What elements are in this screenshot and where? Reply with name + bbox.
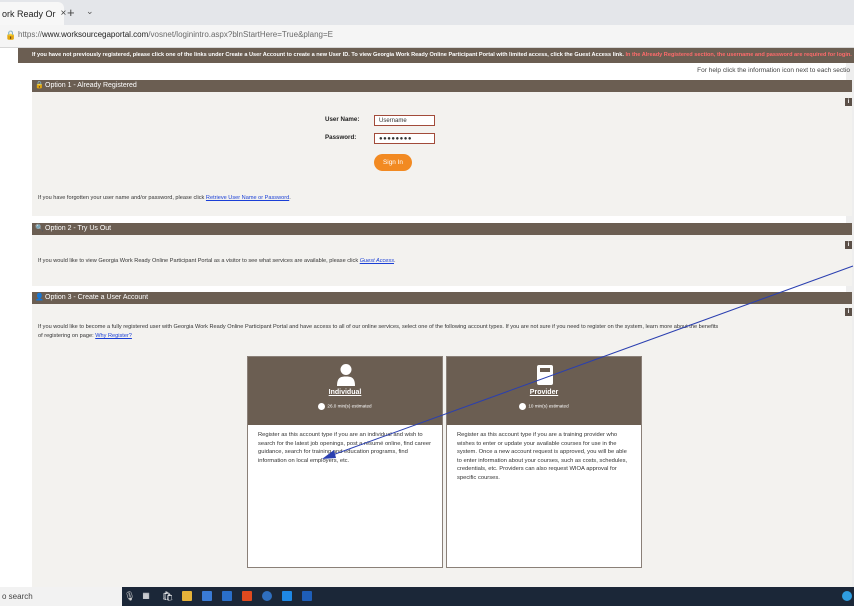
outlook-app-icon[interactable]: [282, 591, 292, 601]
annotation-arrow: [322, 265, 854, 459]
edge-icon[interactable]: [262, 591, 272, 601]
taskbar: o search 🎙 ▦ 🛍: [0, 587, 854, 606]
system-tray-icon[interactable]: [842, 591, 852, 601]
task-view-icon[interactable]: ▦: [141, 591, 151, 601]
microphone-icon[interactable]: 🎙: [124, 591, 135, 601]
outlook-icon[interactable]: [222, 591, 232, 601]
word-icon[interactable]: [302, 591, 312, 601]
office-icon[interactable]: [242, 591, 252, 601]
taskbar-search[interactable]: o search: [0, 587, 122, 606]
calendar-icon[interactable]: [202, 591, 212, 601]
store-icon[interactable]: 🛍: [162, 591, 173, 601]
file-explorer-icon[interactable]: [182, 591, 192, 601]
